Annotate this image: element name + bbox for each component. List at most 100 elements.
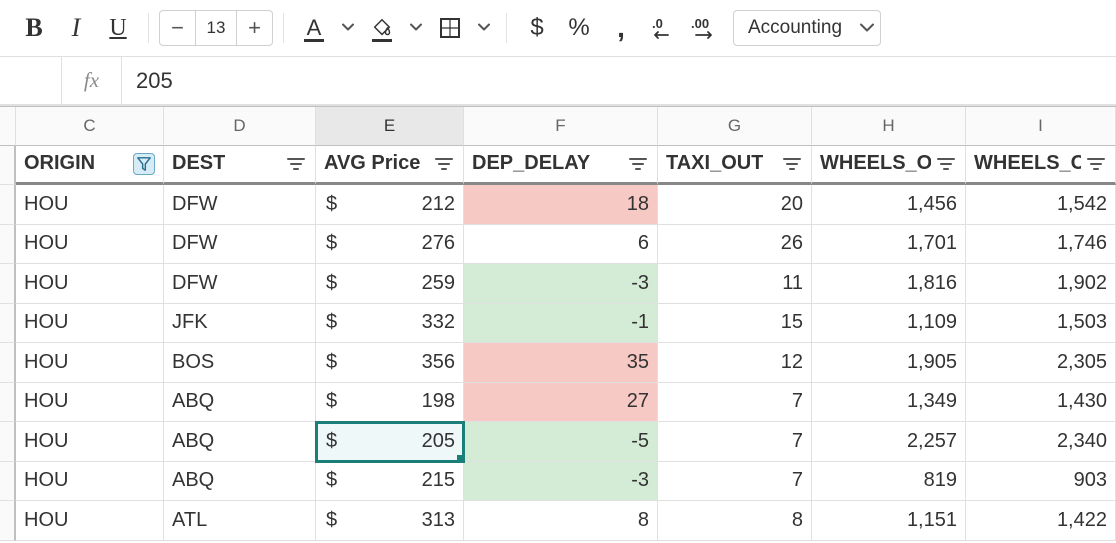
- cell-dep-delay[interactable]: 18: [464, 185, 658, 225]
- cell-wheels-on[interactable]: 1,542: [966, 185, 1116, 225]
- row-header[interactable]: [0, 146, 16, 186]
- cell-price[interactable]: $215: [316, 462, 464, 502]
- cell-dep-delay[interactable]: 35: [464, 343, 658, 383]
- cell-origin[interactable]: HOU: [16, 501, 164, 541]
- cell-taxi-out[interactable]: 8: [658, 501, 812, 541]
- cell-dest[interactable]: ABQ: [164, 462, 316, 502]
- row-header[interactable]: [0, 225, 16, 265]
- cell-wheels-on[interactable]: 1,422: [966, 501, 1116, 541]
- column-header-I[interactable]: I: [966, 107, 1116, 146]
- cell-origin[interactable]: HOU: [16, 383, 164, 423]
- row-header[interactable]: [0, 462, 16, 502]
- cell-dest[interactable]: DFW: [164, 185, 316, 225]
- funnel-icon[interactable]: [133, 153, 155, 175]
- cell-dep-delay[interactable]: -3: [464, 264, 658, 304]
- cell-dest[interactable]: DFW: [164, 225, 316, 265]
- cell-dep-delay[interactable]: 6: [464, 225, 658, 265]
- font-size-decrease[interactable]: −: [160, 11, 196, 45]
- borders-dropdown[interactable]: [472, 8, 496, 48]
- table-header-avg-price[interactable]: AVG Price: [316, 146, 464, 186]
- cell-taxi-out[interactable]: 7: [658, 462, 812, 502]
- select-all-corner[interactable]: [0, 107, 16, 146]
- cell-wheels-off[interactable]: 1,151: [812, 501, 966, 541]
- column-header-E[interactable]: E: [316, 107, 464, 146]
- text-color-dropdown[interactable]: [336, 8, 360, 48]
- column-header-H[interactable]: H: [812, 107, 966, 146]
- cell-price[interactable]: $212: [316, 185, 464, 225]
- cell-origin[interactable]: HOU: [16, 264, 164, 304]
- cell-taxi-out[interactable]: 11: [658, 264, 812, 304]
- number-format-select[interactable]: Accounting: [733, 10, 881, 46]
- cell-wheels-off[interactable]: 1,456: [812, 185, 966, 225]
- percent-button[interactable]: %: [559, 8, 599, 48]
- cell-dest[interactable]: BOS: [164, 343, 316, 383]
- cell-origin[interactable]: HOU: [16, 462, 164, 502]
- cell-price[interactable]: $332: [316, 304, 464, 344]
- selection-handle[interactable]: [457, 455, 464, 462]
- row-header[interactable]: [0, 422, 16, 462]
- cell-wheels-off[interactable]: 1,349: [812, 383, 966, 423]
- filter-icon[interactable]: [433, 153, 455, 175]
- cell-wheels-off[interactable]: 2,257: [812, 422, 966, 462]
- cell-dep-delay[interactable]: -3: [464, 462, 658, 502]
- cell-wheels-off[interactable]: 1,701: [812, 225, 966, 265]
- row-header[interactable]: [0, 501, 16, 541]
- table-header-dep-delay[interactable]: DEP_DELAY: [464, 146, 658, 186]
- row-header[interactable]: [0, 264, 16, 304]
- cell-dep-delay[interactable]: 8: [464, 501, 658, 541]
- font-size-increase[interactable]: +: [236, 11, 272, 45]
- cell-wheels-on[interactable]: 2,340: [966, 422, 1116, 462]
- text-color-button[interactable]: A: [294, 8, 334, 48]
- cell-wheels-on[interactable]: 1,746: [966, 225, 1116, 265]
- cell-origin[interactable]: HOU: [16, 304, 164, 344]
- cell-taxi-out[interactable]: 26: [658, 225, 812, 265]
- cell-price[interactable]: $205: [316, 422, 464, 462]
- cell-dep-delay[interactable]: -1: [464, 304, 658, 344]
- fx-label[interactable]: fx: [62, 57, 122, 104]
- cell-price[interactable]: $198: [316, 383, 464, 423]
- decrease-decimal-button[interactable]: .0: [643, 8, 683, 48]
- borders-button[interactable]: [430, 8, 470, 48]
- fill-color-dropdown[interactable]: [404, 8, 428, 48]
- cell-wheels-off[interactable]: 1,905: [812, 343, 966, 383]
- underline-button[interactable]: U: [98, 8, 138, 48]
- cell-price[interactable]: $313: [316, 501, 464, 541]
- font-size-value[interactable]: 13: [196, 18, 236, 38]
- cell-dest[interactable]: JFK: [164, 304, 316, 344]
- cell-dest[interactable]: ABQ: [164, 383, 316, 423]
- filter-icon[interactable]: [935, 153, 957, 175]
- bold-button[interactable]: B: [14, 8, 54, 48]
- cell-taxi-out[interactable]: 20: [658, 185, 812, 225]
- cell-origin[interactable]: HOU: [16, 225, 164, 265]
- cell-origin[interactable]: HOU: [16, 343, 164, 383]
- row-header[interactable]: [0, 383, 16, 423]
- table-header-wheels-off[interactable]: WHEELS_O: [812, 146, 966, 186]
- fill-color-button[interactable]: [362, 8, 402, 48]
- cell-dep-delay[interactable]: -5: [464, 422, 658, 462]
- cell-wheels-on[interactable]: 1,902: [966, 264, 1116, 304]
- table-header-taxi-out[interactable]: TAXI_OUT: [658, 146, 812, 186]
- name-box[interactable]: [0, 57, 62, 104]
- cell-wheels-off[interactable]: 1,109: [812, 304, 966, 344]
- cell-price[interactable]: $259: [316, 264, 464, 304]
- cell-dest[interactable]: DFW: [164, 264, 316, 304]
- filter-icon[interactable]: [627, 153, 649, 175]
- formula-input[interactable]: 205: [122, 68, 1116, 94]
- cell-dest[interactable]: ABQ: [164, 422, 316, 462]
- increase-decimal-button[interactable]: .00: [685, 8, 725, 48]
- column-header-D[interactable]: D: [164, 107, 316, 146]
- table-header-origin[interactable]: ORIGIN: [16, 146, 164, 186]
- cell-origin[interactable]: HOU: [16, 185, 164, 225]
- column-header-G[interactable]: G: [658, 107, 812, 146]
- column-header-C[interactable]: C: [16, 107, 164, 146]
- cell-wheels-on[interactable]: 1,503: [966, 304, 1116, 344]
- cell-origin[interactable]: HOU: [16, 422, 164, 462]
- row-header[interactable]: [0, 304, 16, 344]
- cell-wheels-on[interactable]: 903: [966, 462, 1116, 502]
- table-header-wheels-on[interactable]: WHEELS_O: [966, 146, 1116, 186]
- cell-wheels-off[interactable]: 819: [812, 462, 966, 502]
- italic-button[interactable]: I: [56, 8, 96, 48]
- cell-dep-delay[interactable]: 27: [464, 383, 658, 423]
- filter-icon[interactable]: [1085, 153, 1107, 175]
- cell-taxi-out[interactable]: 12: [658, 343, 812, 383]
